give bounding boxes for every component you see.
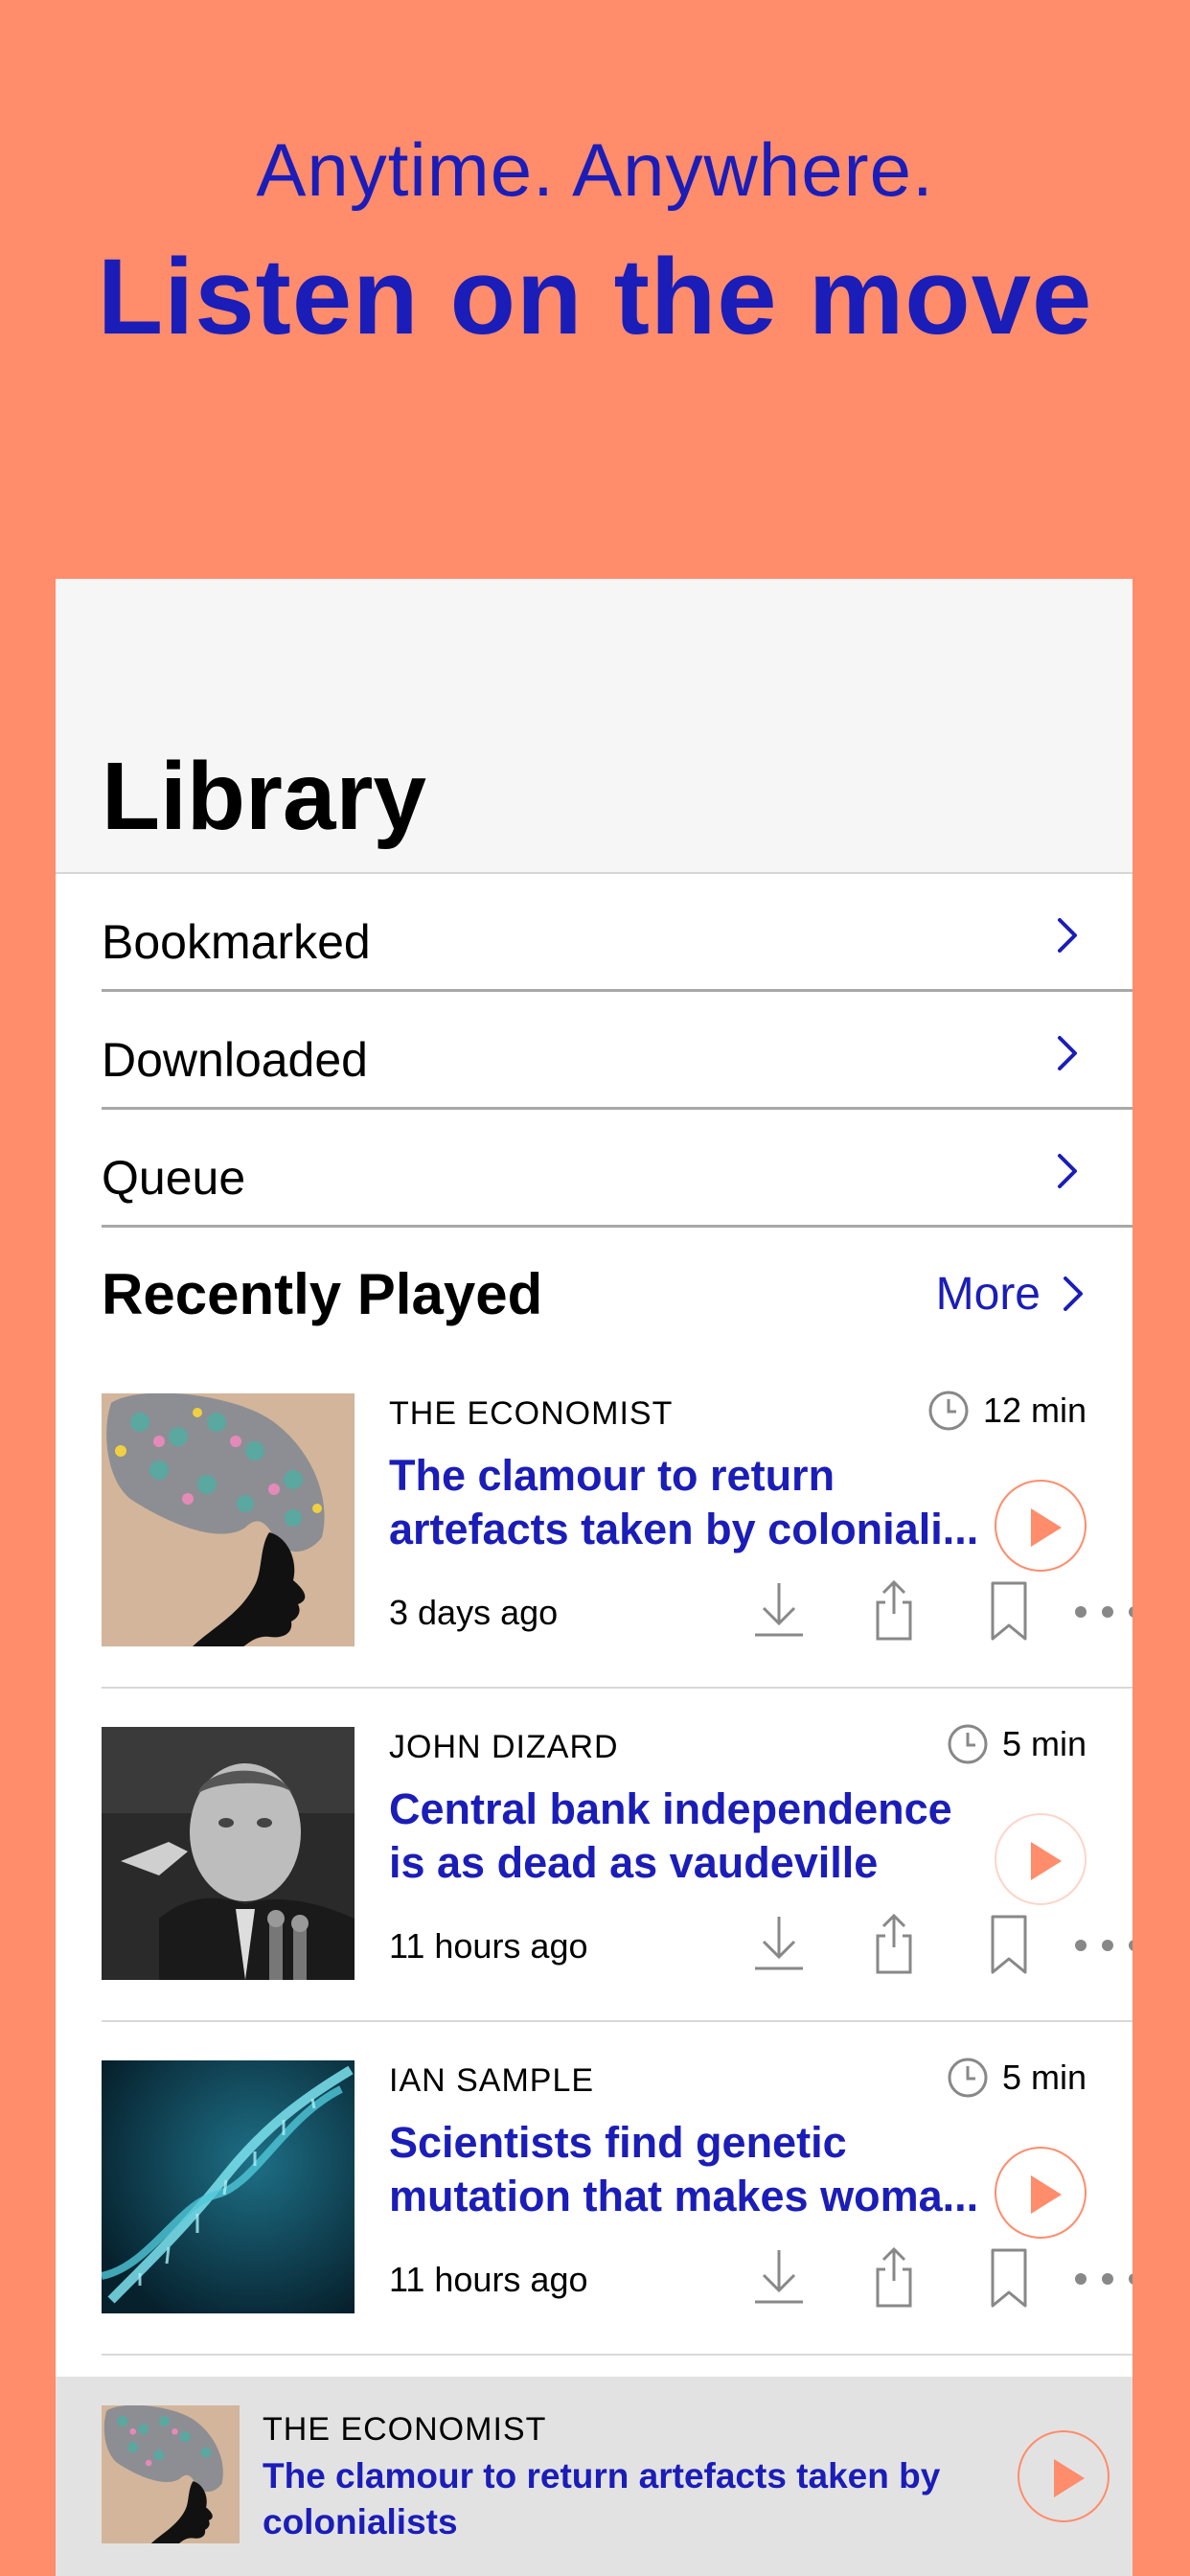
- clock-icon: [948, 1724, 988, 1764]
- duration-label: 5 min: [1001, 2058, 1087, 2097]
- clock-icon: [948, 2058, 988, 2098]
- chevron-right-icon: [1064, 1276, 1083, 1311]
- episode-duration: 12 min: [927, 1390, 1087, 1432]
- bookmark-icon[interactable]: [979, 1913, 1039, 1976]
- episode-artwork: [102, 2060, 355, 2313]
- play-button[interactable]: [995, 1813, 1087, 1905]
- chevron-right-icon: [1058, 1154, 1077, 1188]
- share-icon[interactable]: [864, 1913, 924, 1976]
- episode-title-line: artefacts taken by coloniali...: [389, 1505, 979, 1553]
- download-icon[interactable]: [749, 1913, 809, 1976]
- play-icon: [1031, 1842, 1062, 1880]
- episode-source: THE ECONOMIST: [389, 1395, 674, 1432]
- page-title: Library: [102, 743, 427, 850]
- chevron-right-icon: [1058, 1036, 1077, 1070]
- more-icon[interactable]: [1069, 2246, 1133, 2310]
- promo-tagline: Anytime. Anywhere.: [256, 127, 934, 212]
- episode-title[interactable]: Central bank independence is as dead as …: [389, 1782, 983, 1890]
- episode-date: 3 days ago: [389, 1593, 559, 1632]
- play-button[interactable]: [995, 2147, 1087, 2239]
- library-header: Library: [56, 579, 1133, 874]
- menu-item-label: Queue: [102, 1151, 246, 1205]
- episode-title-line: Central bank independence: [389, 1784, 952, 1833]
- duration-label: 5 min: [1001, 1724, 1087, 1763]
- episode-row[interactable]: JOHN DIZARD 5 min Central bank independe…: [102, 1689, 1133, 2022]
- play-icon: [1054, 2459, 1085, 2497]
- mini-player-play-button[interactable]: [1018, 2430, 1110, 2522]
- more-icon[interactable]: [1069, 1579, 1133, 1643]
- chevron-right-icon: [1058, 918, 1077, 953]
- episode-artwork: [102, 1727, 355, 1980]
- more-button[interactable]: More: [936, 1265, 1087, 1322]
- episode-title-line: mutation that makes woma...: [389, 2172, 979, 2220]
- more-icon[interactable]: [1069, 1913, 1133, 1976]
- play-button[interactable]: [995, 1480, 1087, 1572]
- more-label: More: [935, 1268, 1041, 1320]
- mini-player-artwork: [102, 2405, 240, 2543]
- play-icon: [1031, 2175, 1062, 2214]
- app-screen: Library Bookmarked Downloaded Queue Rece…: [56, 579, 1133, 2576]
- episode-row[interactable]: THE ECONOMIST 12 min The clamour to retu…: [102, 1355, 1133, 1689]
- episode-title-line: is as dead as vaudeville: [389, 1838, 879, 1887]
- bookmark-icon[interactable]: [979, 1579, 1039, 1643]
- episode-artwork: [102, 1393, 355, 1646]
- duration-label: 12 min: [982, 1391, 1087, 1430]
- episode-duration: 5 min: [947, 1723, 1087, 1765]
- mini-player[interactable]: THE ECONOMIST The clamour to return arte…: [56, 2377, 1133, 2576]
- menu-item-queue[interactable]: Queue: [102, 1110, 1133, 1228]
- section-title: Recently Played: [102, 1262, 543, 1326]
- episode-date: 11 hours ago: [389, 1926, 588, 1966]
- episode-title-line: Scientists find genetic: [389, 2118, 847, 2167]
- menu-item-label: Bookmarked: [102, 915, 371, 969]
- bookmark-icon[interactable]: [979, 2246, 1039, 2310]
- episode-row[interactable]: IAN SAMPLE 5 min Scientists find genetic…: [102, 2022, 1133, 2356]
- episode-source: JOHN DIZARD: [389, 1729, 619, 1765]
- share-icon[interactable]: [864, 1579, 924, 1643]
- mini-player-title: The clamour to return artefacts taken by…: [263, 2456, 941, 2542]
- mini-player-source: THE ECONOMIST: [263, 2411, 547, 2448]
- play-icon: [1031, 1508, 1062, 1547]
- episode-title-line: The clamour to return: [389, 1451, 835, 1500]
- download-icon[interactable]: [749, 2246, 809, 2310]
- episode-title[interactable]: Scientists find genetic mutation that ma…: [389, 2116, 983, 2223]
- share-icon[interactable]: [864, 2246, 924, 2310]
- episode-title[interactable]: The clamour to return artefacts taken by…: [389, 1449, 983, 1556]
- menu-item-bookmarked[interactable]: Bookmarked: [102, 874, 1133, 992]
- download-icon[interactable]: [749, 1579, 809, 1643]
- episode-date: 11 hours ago: [389, 2260, 588, 2299]
- promo-headline: Listen on the move: [97, 237, 1093, 356]
- menu-item-downloaded[interactable]: Downloaded: [102, 992, 1133, 1110]
- menu-item-label: Downloaded: [102, 1033, 368, 1087]
- episode-source: IAN SAMPLE: [389, 2062, 595, 2099]
- episode-duration: 5 min: [947, 2057, 1087, 2099]
- clock-icon: [928, 1391, 969, 1431]
